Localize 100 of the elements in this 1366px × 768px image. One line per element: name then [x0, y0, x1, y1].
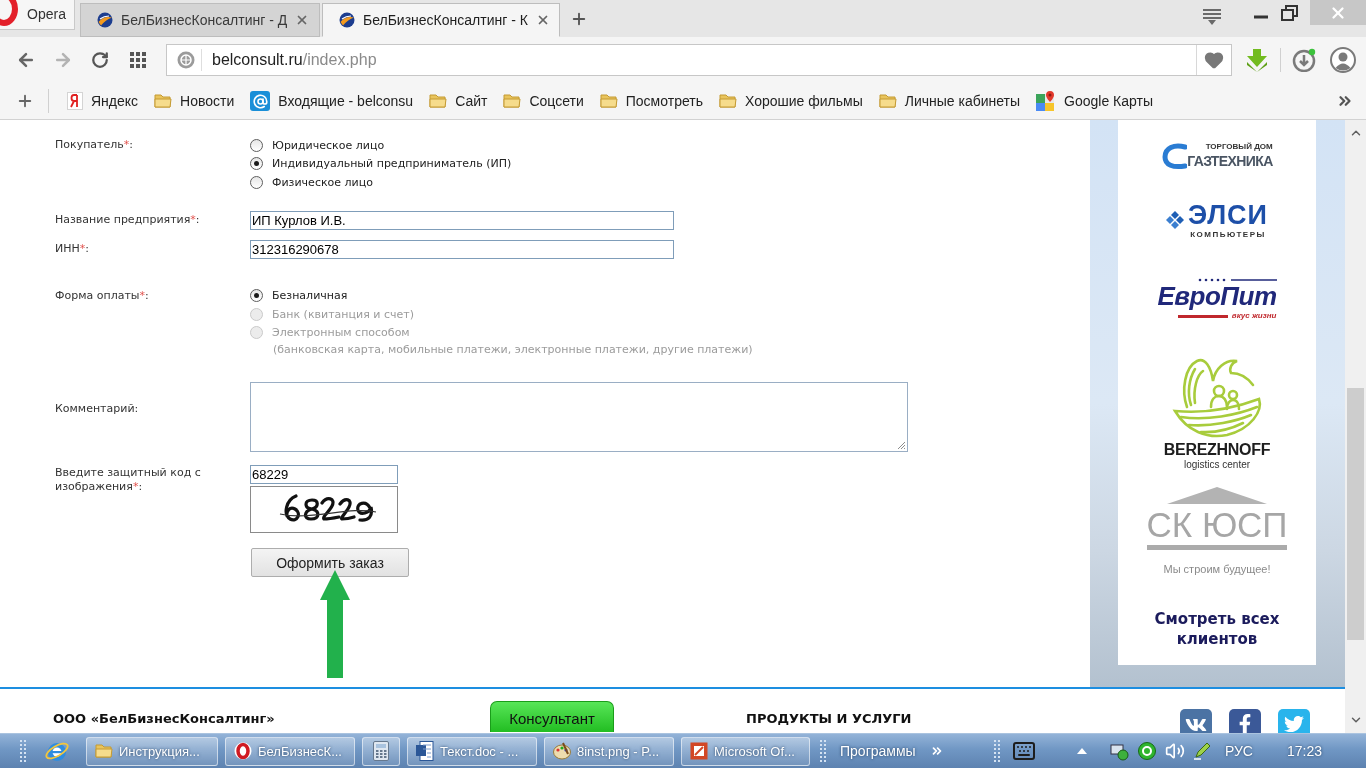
logo-text: ГАЗТЕХНИКА	[1187, 152, 1273, 170]
site-logo-icon	[97, 12, 113, 28]
folder-icon	[503, 93, 522, 109]
grip-icon[interactable]	[20, 740, 26, 762]
logo-tagline: logistics center	[1183, 459, 1251, 471]
tab-menu-icon[interactable]	[1201, 8, 1223, 26]
grid-icon[interactable]	[130, 52, 146, 68]
profile-icon[interactable]	[1330, 47, 1356, 73]
pen-icon[interactable]	[1192, 742, 1211, 760]
grip-icon[interactable]	[993, 740, 1000, 762]
ring-icon	[234, 742, 252, 760]
heart-icon[interactable]	[1204, 50, 1224, 70]
document-icon	[416, 741, 434, 761]
status-ring-icon[interactable]	[1136, 741, 1157, 761]
logo-tagline: КОМПЬЮТЕРЫ	[1190, 230, 1266, 240]
map-pin-icon	[1036, 91, 1057, 111]
radio-label[interactable]: Безналичная	[272, 289, 348, 303]
radio-button[interactable]	[250, 175, 263, 189]
downloads-icon[interactable]	[1292, 48, 1316, 72]
consultant-button[interactable]: Консультант	[490, 701, 614, 732]
maximize-icon[interactable]	[1280, 4, 1298, 21]
site-logo-icon	[339, 12, 355, 28]
keyboard-icon[interactable]	[1011, 739, 1036, 763]
field-label: Название предприятия*:	[55, 213, 201, 227]
at-sign-icon	[250, 91, 271, 111]
dotted-line-icon	[1196, 278, 1277, 282]
captcha-field[interactable]: 68229	[250, 465, 398, 484]
logo-text: BEREZHNOFF	[1163, 441, 1271, 459]
office-icon	[690, 742, 708, 760]
products-heading: ПРОДУКТЫ И УСЛУГИ	[746, 711, 912, 727]
calculator-icon	[373, 741, 389, 761]
folder-icon	[718, 93, 737, 109]
browser-tab[interactable]: БелБизнесКонсалтинг - Д	[80, 3, 320, 37]
submit-button[interactable]: Оформить заказ	[251, 548, 409, 577]
clock: 17:23	[1286, 743, 1322, 759]
resize-grip-icon[interactable]	[897, 441, 906, 450]
field-label: Комментарий:	[55, 401, 140, 417]
grip-icon[interactable]	[820, 740, 826, 762]
logo-tagline: Мы строим будущее!	[1163, 562, 1271, 576]
stripe-icon	[1177, 314, 1228, 318]
browser-tab[interactable]: БелБизнесКонсалтинг - К	[322, 3, 560, 37]
bookmark-item[interactable]: Новости	[154, 93, 235, 109]
field-label: Введите защитный код с изображения*:	[55, 465, 202, 494]
radio-label[interactable]: Индивидуальный предприниматель (ИП)	[272, 157, 512, 171]
logo-icon[interactable]	[0, 0, 20, 28]
tray-arrow-icon[interactable]	[1076, 748, 1087, 754]
folder-icon	[154, 93, 173, 109]
swoosh-icon	[1161, 143, 1188, 170]
field-label: ИНН*:	[55, 242, 90, 256]
new-tab-icon[interactable]	[570, 10, 588, 28]
text-field[interactable]: 312316290678	[250, 239, 674, 259]
folder-icon	[599, 93, 618, 109]
browser-menu-button[interactable]: Opera	[0, 0, 75, 30]
plus-icon[interactable]	[16, 92, 34, 110]
bookmark-item[interactable]: Личные кабинеты	[878, 93, 1021, 109]
reload-icon[interactable]	[91, 51, 109, 69]
logo-text: ЭЛСИ	[1188, 200, 1268, 230]
all-clients-link[interactable]: Смотреть всех клиентов	[1142, 609, 1292, 649]
vk-icon[interactable]	[1180, 709, 1212, 733]
text-field[interactable]: ИП Курлов И.В.	[250, 210, 674, 230]
comment-field[interactable]	[250, 382, 908, 452]
scrollbar[interactable]	[1345, 120, 1366, 733]
speaker-icon[interactable]	[1164, 741, 1185, 761]
download-arrow-icon[interactable]	[1245, 48, 1269, 72]
bookmark-item[interactable]: Входящие - belconsu	[250, 91, 414, 111]
toolbar-label: Программы	[840, 743, 916, 759]
url-text[interactable]: belconsult.ru/index.php	[212, 51, 377, 69]
facebook-icon[interactable]	[1229, 709, 1261, 733]
logo-tagline: ТОРГОВЫЙ ДОМ	[1205, 142, 1273, 152]
bookmark-item[interactable]: Хорошие фильмы	[718, 93, 863, 109]
bookmark-item[interactable]: Посмотреть	[599, 93, 703, 109]
scrollbar-thumb[interactable]	[1347, 388, 1364, 640]
diamond-cluster-icon	[1166, 210, 1184, 230]
roof-icon	[1167, 487, 1267, 505]
address-field[interactable]: belconsult.ru/index.php	[166, 44, 1232, 76]
bookmark-item[interactable]: Соцсети	[503, 93, 584, 109]
palette-icon	[553, 742, 571, 760]
option-note: (банковская карта, мобильные платежи, электронные платежи, другие платежи)	[272, 342, 753, 357]
radio-label[interactable]: Физическое лицо	[272, 175, 373, 189]
bookmark-item[interactable]: Google Карты	[1036, 91, 1153, 111]
logo-text: ЕвроПит	[1157, 282, 1277, 311]
network-icon[interactable]	[1108, 741, 1129, 761]
radio-button[interactable]	[250, 157, 263, 171]
folder-icon	[95, 743, 113, 759]
globe-icon[interactable]	[177, 51, 195, 69]
bookmark-item[interactable]: Сайт	[429, 93, 488, 109]
logo-tagline: вкус жизни	[1231, 311, 1277, 321]
company-name: ООО «БелБизнесКонсалтинг»	[53, 711, 276, 727]
radio-button[interactable]	[250, 289, 263, 303]
letter-tile-icon	[67, 92, 83, 110]
field-label: Покупатель*:	[55, 137, 134, 153]
logo-text: СК ЮСП	[1146, 505, 1288, 550]
radio-button[interactable]	[250, 138, 263, 152]
folder-icon	[429, 93, 448, 109]
bookmark-item[interactable]: Яндекс	[67, 92, 139, 110]
taskbar-button[interactable]	[362, 736, 400, 766]
folder-icon	[878, 93, 897, 109]
radio-label[interactable]: Юридическое лицо	[272, 138, 385, 152]
field-label: Форма оплаты*:	[55, 287, 150, 304]
twitter-icon[interactable]	[1278, 709, 1310, 733]
